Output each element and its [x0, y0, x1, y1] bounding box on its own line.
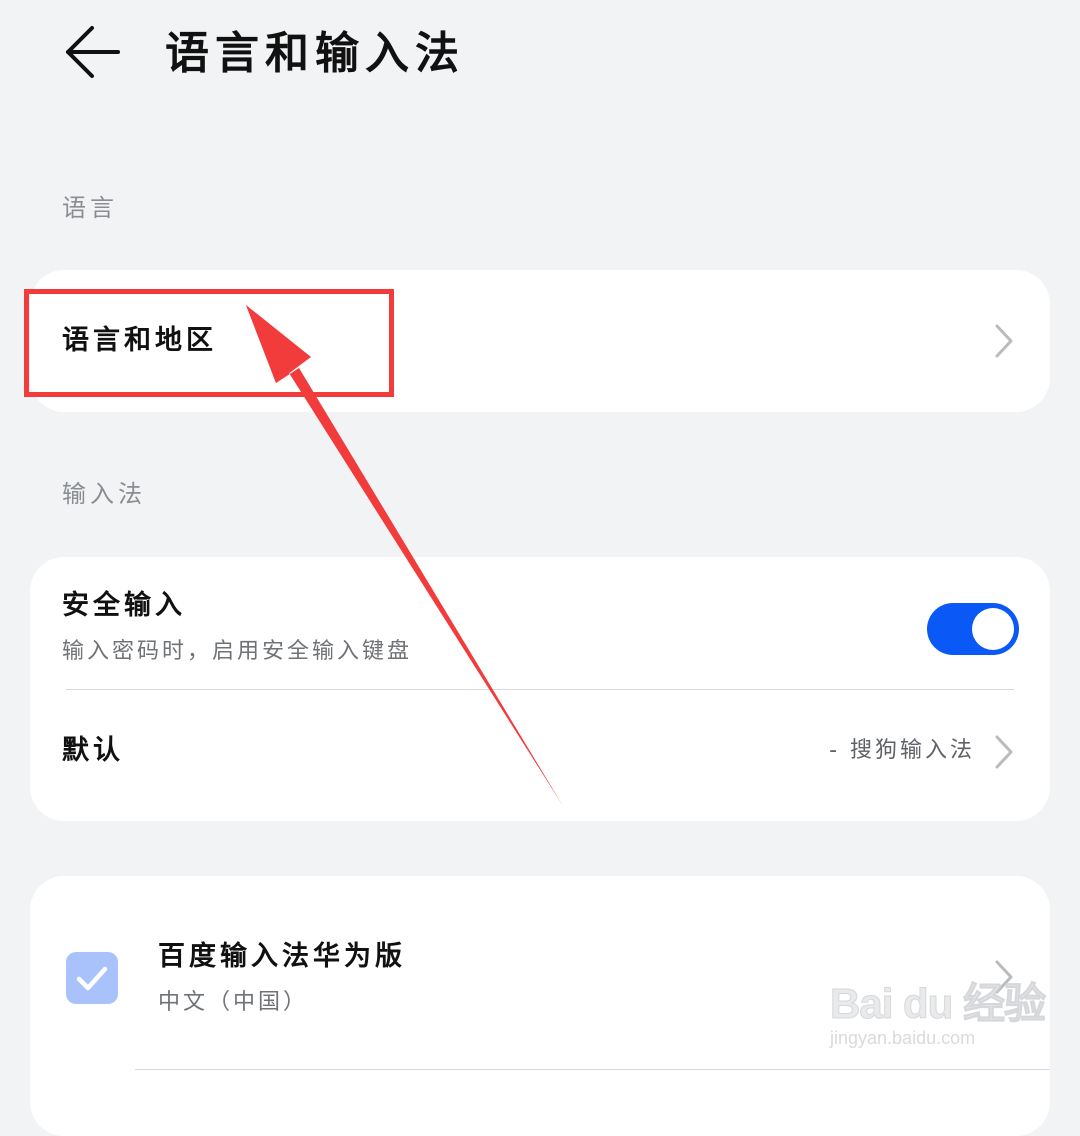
title-bar: 语言和输入法 [0, 0, 1080, 110]
default-value: - 搜狗输入法 [829, 738, 975, 763]
ime-checkbox[interactable] [66, 952, 118, 1004]
input-method-card: 安全输入 输入密码时，启用安全输入键盘 默认 - 搜狗输入法 [30, 557, 1050, 821]
chevron-right-icon [995, 735, 1013, 769]
back-button[interactable] [60, 20, 130, 84]
ime-item-subtitle: 中文（中国） [158, 990, 309, 1015]
page-title: 语言和输入法 [165, 28, 465, 79]
secure-input-subtitle: 输入密码时，启用安全输入键盘 [62, 639, 413, 664]
default-input-row[interactable]: 默认 - 搜狗输入法 [30, 690, 1050, 821]
ime-item-row[interactable]: 百度输入法华为版 中文（中国） [30, 876, 1050, 1070]
section-label-input-method: 输入法 [62, 480, 146, 508]
default-label: 默认 [62, 735, 124, 766]
secure-input-title: 安全输入 [62, 590, 186, 621]
secure-input-toggle[interactable] [927, 603, 1019, 655]
divider [135, 1069, 1050, 1070]
back-arrow-icon [66, 26, 120, 78]
toggle-knob [972, 608, 1014, 650]
checkmark-icon [76, 966, 108, 991]
language-region-row[interactable]: 语言和地区 [30, 270, 1050, 412]
secure-input-row[interactable]: 安全输入 输入密码时，启用安全输入键盘 [30, 557, 1050, 689]
language-card: 语言和地区 [30, 270, 1050, 412]
language-region-label: 语言和地区 [62, 325, 217, 356]
ime-item-title: 百度输入法华为版 [158, 941, 406, 972]
section-label-language: 语言 [62, 194, 118, 222]
chevron-right-icon [995, 960, 1013, 994]
chevron-right-icon [995, 324, 1013, 358]
ime-list-card: 百度输入法华为版 中文（中国） [30, 876, 1050, 1136]
